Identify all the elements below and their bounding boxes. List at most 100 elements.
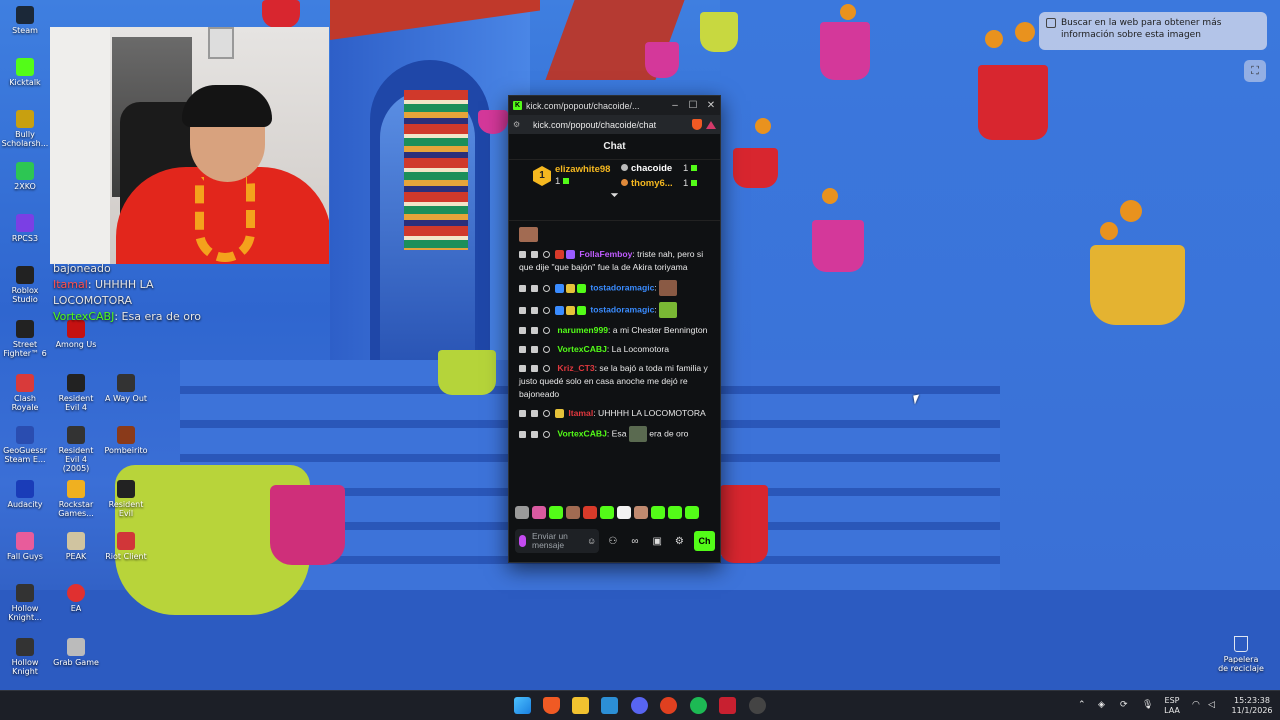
timeout-icon[interactable] bbox=[531, 251, 538, 259]
emote-button[interactable] bbox=[634, 506, 648, 519]
delete-icon[interactable] bbox=[519, 251, 526, 259]
chat-input[interactable]: Enviar un mensaje ☺ bbox=[515, 529, 600, 553]
chat-username[interactable]: VortexCABJ bbox=[557, 428, 607, 438]
emote-button[interactable] bbox=[600, 506, 614, 519]
desktop-icon-roblox-studio[interactable]: Roblox Studio bbox=[0, 266, 50, 304]
wifi-icon[interactable]: ◠ bbox=[1192, 700, 1200, 710]
desktop-icon-clash-royale[interactable]: Clash Royale bbox=[0, 374, 50, 412]
desktop-icon-recycle-bin[interactable]: Papelera de reciclaje bbox=[1218, 636, 1264, 673]
infinity-icon[interactable]: ∞ bbox=[626, 536, 643, 547]
lens-tooltip[interactable]: Buscar en la web para obtener más inform… bbox=[1039, 12, 1267, 50]
leader-name[interactable]: elizawhite98 bbox=[555, 164, 610, 175]
chat-username[interactable]: VortexCABJ bbox=[557, 344, 607, 354]
microphone-icon[interactable] bbox=[519, 535, 526, 547]
ban-icon[interactable] bbox=[543, 251, 550, 259]
desktop-icon-riot-client[interactable]: Riot Client bbox=[101, 532, 151, 561]
desktop-icon-2xko[interactable]: 2XKO bbox=[0, 162, 50, 191]
delete-icon[interactable] bbox=[519, 346, 526, 354]
emote-button[interactable] bbox=[583, 506, 597, 519]
desktop-icon-pombeirito[interactable]: Pombeirito bbox=[101, 426, 151, 455]
chat-username[interactable]: FollaFemboy bbox=[579, 249, 632, 259]
network-icon[interactable]: ◈ bbox=[1098, 700, 1105, 710]
url-text[interactable]: kick.com/popout/chacoide/chat bbox=[525, 120, 692, 130]
chat-username[interactable]: tostadoramagic bbox=[590, 282, 654, 292]
desktop-icon-resident-evil-4[interactable]: Resident Evil 4 bbox=[51, 374, 101, 412]
delete-icon[interactable] bbox=[519, 284, 526, 292]
emote-button[interactable] bbox=[617, 506, 631, 519]
delete-icon[interactable] bbox=[519, 430, 526, 438]
brave-rewards-icon[interactable] bbox=[706, 120, 716, 129]
settings-icon[interactable]: ⚙ bbox=[671, 536, 688, 547]
close-button[interactable]: ✕ bbox=[702, 100, 720, 111]
emoji-icon[interactable]: ☺ bbox=[587, 536, 599, 546]
timeout-icon[interactable] bbox=[531, 284, 538, 292]
desktop-icon-kicktalk[interactable]: Kicktalk bbox=[0, 58, 50, 87]
site-settings-icon[interactable]: ⚙ bbox=[513, 120, 525, 129]
timeout-icon[interactable] bbox=[531, 410, 538, 418]
desktop-icon-bully[interactable]: Bully Scholarsh... bbox=[0, 110, 50, 148]
tray-overflow-icon[interactable]: ⌃ bbox=[1078, 700, 1086, 710]
discord-icon[interactable] bbox=[631, 697, 648, 714]
timeout-icon[interactable] bbox=[531, 430, 538, 438]
desktop-icon-hollow-knight-silksong[interactable]: Hollow Knight... bbox=[0, 584, 50, 622]
desktop-icon-street-fighter[interactable]: Street Fighter™ 6 bbox=[0, 320, 50, 358]
emote-button[interactable] bbox=[549, 506, 563, 519]
volume-icon[interactable]: ◁ bbox=[1208, 700, 1215, 710]
timeout-icon[interactable] bbox=[531, 327, 538, 335]
collapse-icon[interactable]: ⏷ bbox=[611, 190, 618, 201]
address-bar[interactable]: ⚙ kick.com/popout/chacoide/chat bbox=[509, 115, 720, 134]
obs-icon[interactable] bbox=[660, 697, 677, 714]
timeout-icon[interactable] bbox=[531, 365, 538, 373]
delete-icon[interactable] bbox=[519, 410, 526, 418]
delete-icon[interactable] bbox=[519, 327, 526, 335]
language-indicator[interactable]: ESP LAA bbox=[1160, 696, 1184, 716]
desktop-icon-fall-guys[interactable]: Fall Guys bbox=[0, 532, 50, 561]
emote-button[interactable] bbox=[532, 506, 546, 519]
minimize-button[interactable]: – bbox=[666, 100, 684, 111]
delete-icon[interactable] bbox=[519, 306, 526, 314]
desktop-icon-geoguessr[interactable]: GeoGuessr Steam E... bbox=[0, 426, 50, 464]
desktop-icon-rpcs3[interactable]: RPCS3 bbox=[0, 214, 50, 243]
microphone-tray-icon[interactable]: 🎙 bbox=[1142, 700, 1153, 710]
desktop-icon-ea[interactable]: EA bbox=[51, 584, 101, 613]
gift-box-icon[interactable]: ▣ bbox=[649, 536, 666, 547]
ban-icon[interactable] bbox=[543, 306, 550, 314]
emote-button[interactable] bbox=[515, 506, 529, 519]
leader-name[interactable]: thomy6... bbox=[621, 178, 673, 189]
spotify-icon[interactable] bbox=[690, 697, 707, 714]
desktop-icon-peak[interactable]: PEAK bbox=[51, 532, 101, 561]
chat-username[interactable]: tostadoramagic bbox=[590, 304, 654, 314]
brave-shields-icon[interactable] bbox=[692, 119, 702, 130]
app-icon[interactable] bbox=[749, 697, 766, 714]
emote-button[interactable] bbox=[685, 506, 699, 519]
ban-icon[interactable] bbox=[543, 410, 550, 418]
chat-username[interactable]: narumen999 bbox=[557, 325, 608, 335]
emote-button[interactable] bbox=[651, 506, 665, 519]
desktop-icon-audacity[interactable]: Audacity bbox=[0, 480, 50, 509]
clock[interactable]: 15:23:38 11/1/2026 bbox=[1226, 696, 1278, 716]
file-explorer-icon[interactable] bbox=[572, 697, 589, 714]
desktop-icon-hollow-knight[interactable]: Hollow Knight bbox=[0, 638, 50, 676]
app-tray-icon[interactable]: ⟳ bbox=[1120, 700, 1128, 710]
users-icon[interactable]: ⚇ bbox=[604, 536, 621, 547]
ban-icon[interactable] bbox=[543, 430, 550, 438]
app-icon[interactable] bbox=[719, 697, 736, 714]
chat-popup-window[interactable]: K kick.com/popout/chacoide/... – ☐ ✕ ⚙ k… bbox=[508, 95, 721, 563]
window-titlebar[interactable]: K kick.com/popout/chacoide/... – ☐ ✕ bbox=[509, 96, 720, 115]
timeout-icon[interactable] bbox=[531, 346, 538, 354]
chat-username[interactable]: Kriz_CT3 bbox=[557, 363, 594, 373]
start-button[interactable] bbox=[514, 697, 531, 714]
desktop-icon-steam[interactable]: Steam bbox=[0, 6, 50, 35]
delete-icon[interactable] bbox=[519, 365, 526, 373]
emote-button[interactable] bbox=[668, 506, 682, 519]
lens-button[interactable]: ⛶ bbox=[1244, 60, 1266, 82]
brave-icon[interactable] bbox=[543, 697, 560, 714]
desktop-icon-resident-evil-4-2005[interactable]: Resident Evil 4 (2005) bbox=[51, 426, 101, 473]
ban-icon[interactable] bbox=[543, 327, 550, 335]
desktop-icon-grab-game[interactable]: Grab Game bbox=[51, 638, 101, 667]
send-button[interactable]: Ch bbox=[693, 531, 715, 551]
desktop-icon-a-way-out[interactable]: A Way Out bbox=[101, 374, 151, 403]
ban-icon[interactable] bbox=[543, 284, 550, 292]
bing-icon[interactable] bbox=[601, 697, 618, 714]
chat-username[interactable]: Itamal bbox=[568, 408, 593, 418]
